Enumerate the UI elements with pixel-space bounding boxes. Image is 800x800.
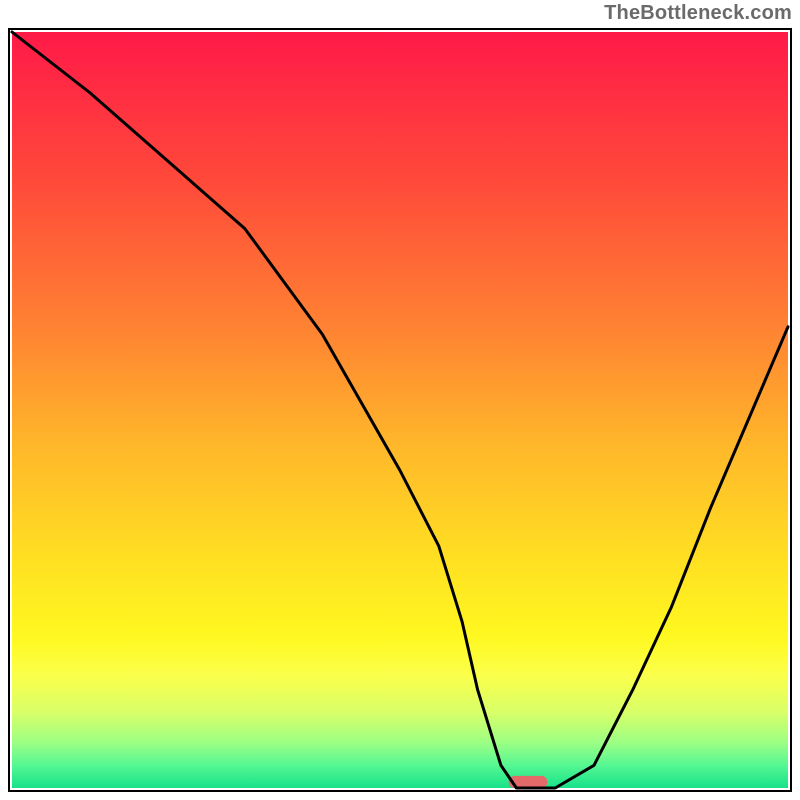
gradient-background bbox=[12, 32, 788, 788]
site-watermark: TheBottleneck.com bbox=[604, 2, 792, 25]
chart-canvas bbox=[8, 28, 792, 792]
bottleneck-chart bbox=[8, 28, 792, 792]
